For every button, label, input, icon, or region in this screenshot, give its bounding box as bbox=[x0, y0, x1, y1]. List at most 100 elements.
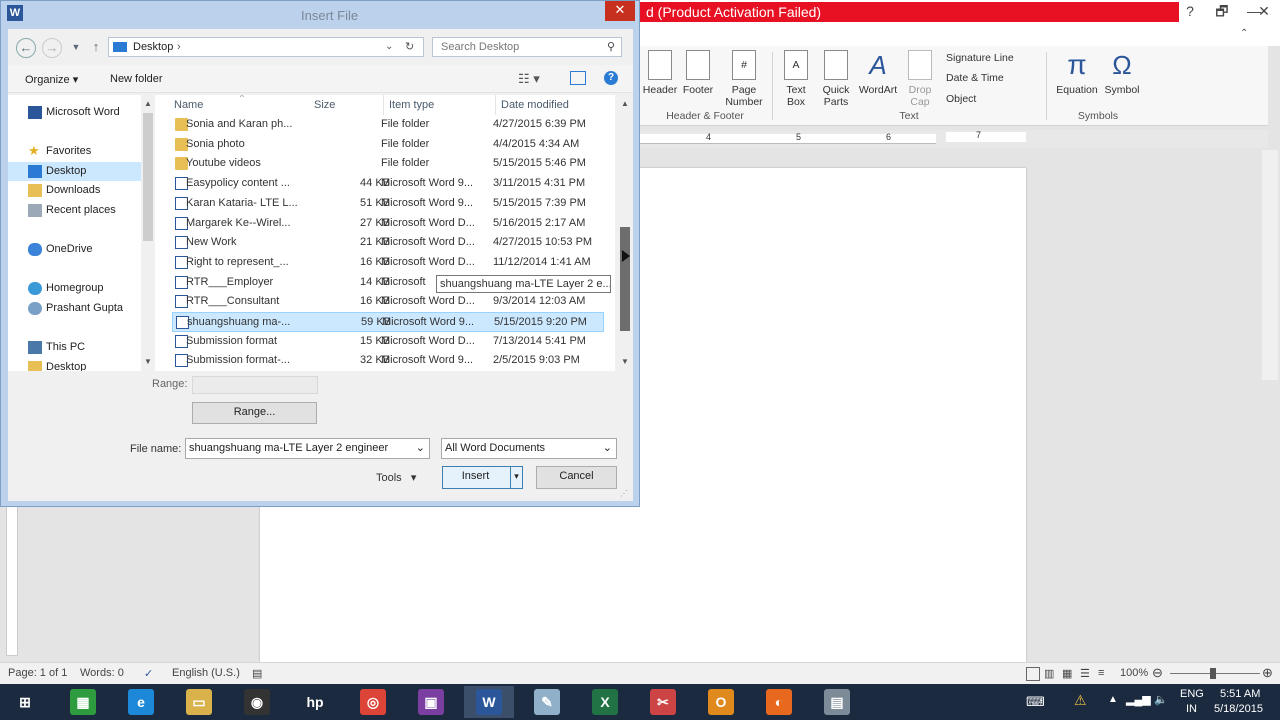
scrollbar-thumb[interactable] bbox=[143, 113, 153, 241]
volume-icon[interactable]: 🔈 bbox=[1154, 693, 1168, 706]
scroll-down-icon[interactable]: ▼ bbox=[144, 357, 152, 366]
recent-locations-icon[interactable]: ▼ bbox=[66, 38, 86, 56]
nav-item-downloads[interactable]: Downloads bbox=[8, 181, 148, 200]
nav-item-onedrive[interactable]: OneDrive bbox=[8, 240, 148, 259]
column-date-modified[interactable]: Date modified bbox=[501, 99, 569, 111]
collapse-ribbon-icon[interactable]: ⌃ bbox=[1240, 28, 1248, 39]
help-icon[interactable]: ? bbox=[604, 71, 618, 85]
file-row[interactable]: shuangshuang ma-... 59 KB Microsoft Word 9… bbox=[172, 312, 604, 332]
outline-icon[interactable]: ☰ bbox=[1080, 667, 1090, 680]
clock-time[interactable]: 5:51 AM bbox=[1220, 688, 1260, 700]
search-input[interactable]: Search Desktop ⚲ bbox=[432, 37, 622, 57]
filename-input[interactable]: shuangshuang ma-LTE Layer 2 engineer ⌄ bbox=[185, 438, 430, 459]
taskbar-excel[interactable]: X bbox=[580, 686, 630, 718]
language-indicator[interactable]: ENG bbox=[1180, 688, 1204, 700]
quick-parts-button[interactable]: Quick Parts bbox=[818, 50, 854, 108]
file-row[interactable]: New Work 21 KB Microsoft Word D... 4/27/201… bbox=[172, 233, 604, 253]
taskbar-store[interactable]: ▦ bbox=[58, 686, 108, 718]
show-hidden-icons[interactable]: ▲ bbox=[1108, 694, 1118, 705]
taskbar-chrome[interactable]: ◎ bbox=[348, 686, 398, 718]
nav-item-homegroup[interactable]: Homegroup bbox=[8, 279, 148, 298]
file-row[interactable]: Sonia and Karan ph... File folder 4/27/201… bbox=[172, 115, 604, 135]
taskbar-calculator[interactable]: ▤ bbox=[812, 686, 862, 718]
taskbar-notepad[interactable]: ✎ bbox=[522, 686, 572, 718]
file-row[interactable]: Easypolicy content ... 44 KB Microsoft Wor… bbox=[172, 174, 604, 194]
forward-icon[interactable]: → bbox=[42, 38, 62, 58]
file-row[interactable]: Submission format 15 KB Microsoft Word D..… bbox=[172, 332, 604, 352]
column-name[interactable]: Name bbox=[174, 99, 203, 111]
address-bar[interactable]: Desktop › ⌄ ↻ bbox=[108, 37, 424, 57]
action-center-icon[interactable]: ⚠ bbox=[1074, 692, 1087, 709]
organize-button[interactable]: Organize ▾ bbox=[25, 73, 78, 86]
view-options-icon[interactable]: ☷ ▾ bbox=[518, 71, 540, 87]
file-list-scrollbar[interactable]: ▲ ▼ bbox=[617, 95, 633, 371]
restore-icon[interactable]: 🗗 bbox=[1206, 0, 1238, 24]
read-mode-icon[interactable]: ▥ bbox=[1044, 667, 1054, 680]
clock-date[interactable]: 5/18/2015 bbox=[1214, 703, 1263, 715]
zoom-out-icon[interactable]: ⊖ bbox=[1152, 665, 1163, 681]
back-icon[interactable]: ← bbox=[16, 38, 36, 58]
file-row[interactable]: Youtube videos File folder 5/15/2015 5:46 … bbox=[172, 154, 604, 174]
nav-item-desktop[interactable]: Desktop bbox=[8, 162, 141, 181]
taskbar-internet-explorer[interactable]: e bbox=[116, 686, 166, 718]
print-layout-icon[interactable] bbox=[1026, 667, 1040, 681]
filetype-select[interactable]: All Word Documents ⌄ bbox=[441, 438, 617, 459]
taskbar-file-explorer[interactable]: ▭ bbox=[174, 686, 224, 718]
file-row[interactable]: Submission format-... 32 KB Microsoft Word… bbox=[172, 351, 604, 371]
scroll-up-icon[interactable]: ▲ bbox=[144, 99, 152, 108]
network-icon[interactable]: ▂▄▆ bbox=[1126, 693, 1151, 706]
taskbar-camera[interactable]: ◉ bbox=[232, 686, 282, 718]
close-icon[interactable]: ✕ bbox=[605, 1, 635, 21]
equation-button[interactable]: π Equation bbox=[1054, 50, 1100, 97]
close-icon[interactable]: ✕ bbox=[1248, 0, 1280, 24]
page-number-button[interactable]: # Page Number bbox=[724, 50, 764, 108]
draft-icon[interactable]: ≡ bbox=[1098, 667, 1104, 679]
macro-icon[interactable]: ▤ bbox=[252, 667, 262, 680]
scroll-down-icon[interactable]: ▼ bbox=[621, 357, 629, 366]
taskbar-hp[interactable]: hp bbox=[290, 686, 340, 718]
nav-item-favorites[interactable]: ★ Favorites bbox=[8, 142, 148, 161]
language-status[interactable]: English (U.S.) bbox=[172, 667, 240, 679]
file-row[interactable]: Sonia photo File folder 4/4/2015 4:34 AM bbox=[172, 135, 604, 155]
navigation-scrollbar[interactable]: ▲ ▼ bbox=[141, 95, 155, 371]
taskbar-windows-start[interactable]: ⊞ bbox=[0, 686, 50, 718]
zoom-in-icon[interactable]: ⊕ bbox=[1262, 665, 1273, 681]
region-indicator[interactable]: IN bbox=[1186, 703, 1197, 715]
drop-cap-button[interactable]: Drop Cap bbox=[902, 50, 938, 108]
tools-button[interactable]: Tools ▾ bbox=[376, 471, 416, 484]
insert-options-icon[interactable]: ▾ bbox=[510, 467, 522, 488]
header-button[interactable]: Header bbox=[642, 50, 678, 96]
text-box-button[interactable]: A Text Box bbox=[778, 50, 814, 108]
file-row[interactable]: Margarek Ke--Wirel... 27 KB Microsoft Word… bbox=[172, 214, 604, 234]
column-size[interactable]: Size bbox=[314, 99, 335, 111]
up-icon[interactable]: ↑ bbox=[86, 38, 106, 56]
file-row[interactable]: RTR___Consultant 16 KB Microsoft Word D...… bbox=[172, 292, 604, 312]
nav-item-microsoft-word[interactable]: Microsoft Word bbox=[8, 103, 148, 122]
range-button[interactable]: Range... bbox=[192, 402, 317, 424]
taskbar-word[interactable]: W bbox=[464, 686, 514, 718]
zoom-slider-thumb[interactable] bbox=[1210, 668, 1216, 679]
help-icon[interactable]: ? bbox=[1174, 0, 1206, 24]
taskbar-media[interactable]: ▣ bbox=[406, 686, 456, 718]
signature-line-button[interactable]: Signature Line bbox=[946, 52, 1014, 64]
nav-item-prashant-gupta[interactable]: Prashant Gupta bbox=[8, 299, 148, 318]
page-count[interactable]: Page: 1 of 1 bbox=[8, 667, 67, 679]
symbol-button[interactable]: Ω Symbol bbox=[1102, 50, 1142, 96]
proofing-icon[interactable]: ✓ bbox=[144, 667, 153, 680]
zoom-level[interactable]: 100% bbox=[1120, 667, 1148, 679]
scrollbar-thumb[interactable] bbox=[620, 227, 630, 331]
wordart-button[interactable]: A WordArt bbox=[856, 50, 900, 96]
nav-item-recent-places[interactable]: Recent places bbox=[8, 201, 148, 220]
resize-grip-icon[interactable]: ⋰ bbox=[620, 489, 628, 498]
chevron-down-icon[interactable]: ⌄ bbox=[603, 439, 612, 457]
object-button[interactable]: Object bbox=[946, 93, 976, 105]
chevron-down-icon[interactable]: ⌄ bbox=[416, 439, 425, 457]
document-scrollbar[interactable] bbox=[1262, 150, 1278, 380]
file-row[interactable]: Karan Kataria- LTE L... 51 KB Microsoft Wo… bbox=[172, 194, 604, 214]
taskbar-snipping-tool[interactable]: ✂ bbox=[638, 686, 688, 718]
keyboard-icon[interactable]: ⌨ bbox=[1026, 694, 1045, 710]
column-item-type[interactable]: Item type bbox=[389, 99, 434, 111]
refresh-icon[interactable]: ↻ bbox=[405, 38, 414, 56]
chevron-down-icon[interactable]: ⌄ bbox=[385, 38, 393, 56]
cancel-button[interactable]: Cancel bbox=[536, 466, 617, 489]
